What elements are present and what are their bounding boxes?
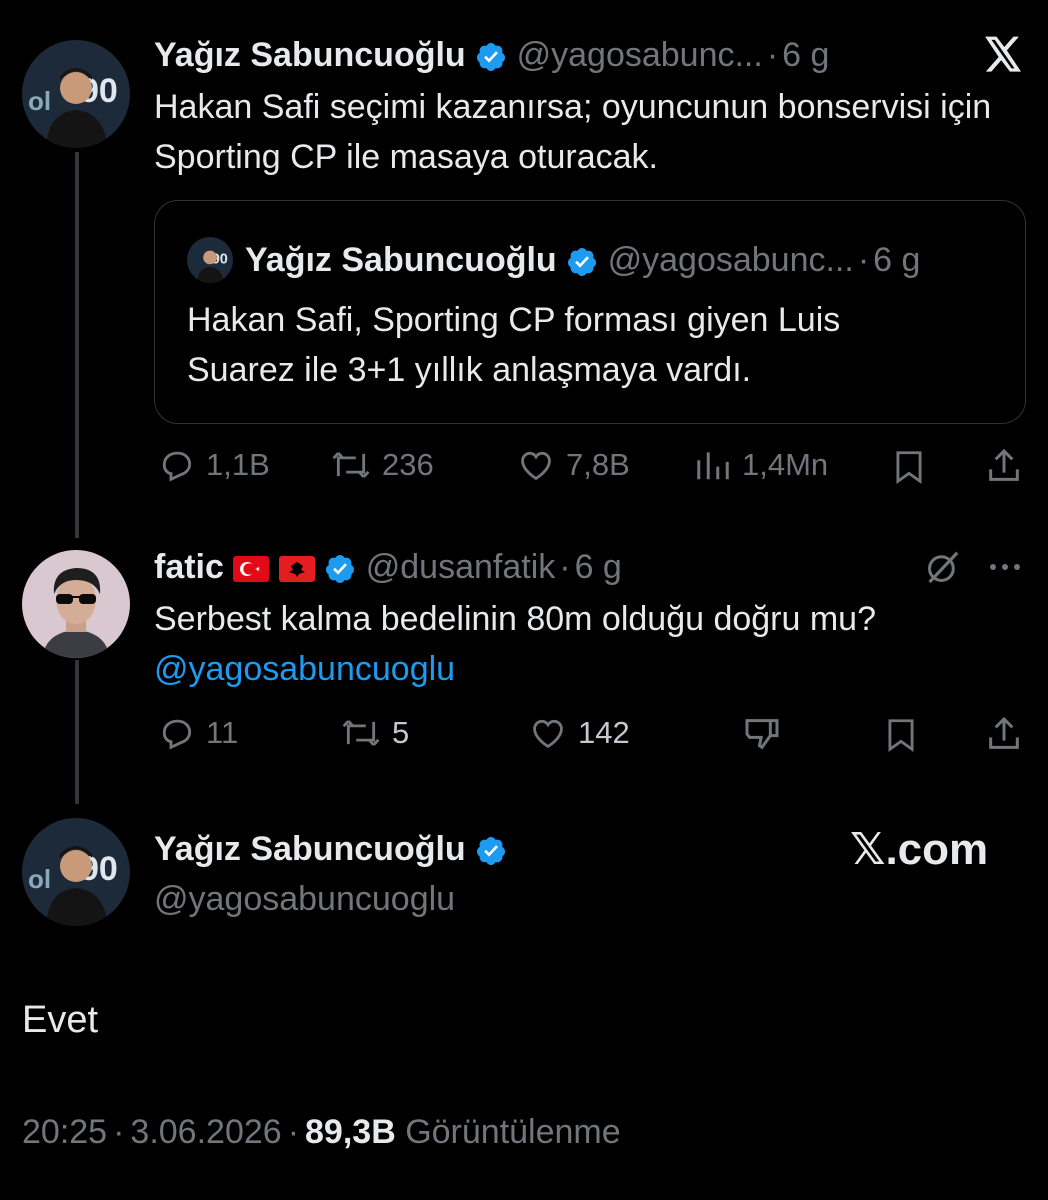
quote-text: Hakan Safi, Sporting CP forması giyen Lu… bbox=[187, 301, 841, 389]
tweet-text: Evet bbox=[22, 999, 99, 1041]
svg-text:ol: ol bbox=[28, 864, 51, 894]
author-name[interactable]: fatic bbox=[154, 548, 224, 586]
x-logo-icon[interactable] bbox=[983, 36, 1023, 74]
timestamp[interactable]: 6 g bbox=[782, 36, 829, 74]
bookmark-icon[interactable] bbox=[882, 716, 920, 754]
quote-avatar[interactable]: 90 bbox=[187, 237, 233, 283]
reply-button[interactable]: 1,1B bbox=[158, 446, 270, 484]
thread-line bbox=[75, 152, 79, 538]
separator: · bbox=[857, 241, 870, 279]
author-handle[interactable]: @yagosabunc... bbox=[517, 36, 763, 74]
turkey-flag-icon bbox=[233, 556, 270, 583]
views-label: Görüntülenme bbox=[405, 1113, 621, 1151]
tweet-text: Hakan Safi seçimi kazanırsa; oyuncunun b… bbox=[154, 88, 992, 176]
avatar[interactable] bbox=[22, 550, 130, 658]
views-count: 1,4Mn bbox=[742, 447, 829, 482]
like-icon bbox=[521, 451, 551, 481]
views-count: 89,3B bbox=[305, 1113, 396, 1151]
separator: · bbox=[766, 36, 779, 74]
repost-count: 236 bbox=[382, 447, 434, 482]
like-button[interactable]: 7,8B bbox=[516, 446, 630, 484]
post-time[interactable]: 20:25 bbox=[22, 1113, 107, 1151]
share-icon[interactable] bbox=[984, 446, 1024, 486]
like-count: 7,8B bbox=[566, 447, 630, 482]
views-icon bbox=[697, 452, 729, 480]
thread-line bbox=[75, 660, 79, 804]
verified-badge-icon bbox=[326, 555, 355, 584]
quoted-tweet[interactable]: 90 Yağız Sabuncuoğlu @yagosabunc... · 6 g … bbox=[154, 200, 1026, 424]
x-com-watermark: 𝕏.com bbox=[850, 825, 989, 874]
reply-button[interactable]: 11 bbox=[158, 714, 238, 752]
verified-badge-icon bbox=[477, 837, 506, 866]
verified-badge-icon bbox=[477, 43, 506, 72]
author-handle[interactable]: @yagosabuncuoglu bbox=[154, 874, 455, 924]
repost-button[interactable]: 236 bbox=[330, 446, 434, 484]
quote-author-name: Yağız Sabuncuoğlu bbox=[245, 241, 557, 279]
quote-timestamp: 6 g bbox=[873, 241, 921, 279]
reply-icon bbox=[162, 451, 192, 482]
separator: · bbox=[287, 1113, 300, 1151]
repost-icon bbox=[332, 452, 370, 478]
author-handle[interactable]: @dusanfatik bbox=[366, 548, 556, 586]
share-icon[interactable] bbox=[984, 714, 1024, 754]
bookmark-icon[interactable] bbox=[890, 448, 928, 486]
svg-text:ol: ol bbox=[28, 86, 51, 116]
separator: · bbox=[113, 1113, 125, 1151]
post-date[interactable]: 3.06.2026 bbox=[130, 1113, 281, 1151]
tweet-text: Serbest kalma bedelinin 80m olduğu doğru… bbox=[154, 600, 877, 638]
avatar[interactable]: 90 ol bbox=[22, 818, 130, 926]
reply-icon bbox=[162, 719, 192, 750]
mention-link[interactable]: @yagosabuncuoglu bbox=[154, 644, 455, 694]
author-name[interactable]: Yağız Sabuncuoğlu bbox=[154, 36, 466, 74]
verified-badge-icon bbox=[568, 248, 597, 277]
dislike-icon[interactable] bbox=[742, 714, 782, 754]
like-count: 142 bbox=[578, 715, 630, 750]
timestamp[interactable]: 6 g bbox=[575, 548, 622, 586]
reply-count: 1,1B bbox=[206, 447, 270, 482]
grok-icon[interactable] bbox=[924, 548, 962, 586]
avatar[interactable]: 90 ol bbox=[22, 40, 130, 148]
views-button[interactable]: 1,4Mn bbox=[694, 446, 828, 484]
reply-count: 11 bbox=[206, 715, 239, 750]
albania-flag-icon bbox=[278, 556, 315, 583]
more-icon[interactable] bbox=[986, 552, 1024, 582]
repost-button[interactable]: 5 bbox=[340, 714, 409, 752]
like-button[interactable]: 142 bbox=[528, 714, 630, 752]
quote-author-handle: @yagosabunc... bbox=[607, 241, 854, 279]
separator: · bbox=[559, 548, 571, 586]
like-icon bbox=[533, 719, 563, 749]
repost-icon bbox=[342, 720, 380, 746]
author-name[interactable]: Yağız Sabuncuoğlu bbox=[154, 830, 466, 868]
repost-count: 5 bbox=[392, 715, 410, 750]
